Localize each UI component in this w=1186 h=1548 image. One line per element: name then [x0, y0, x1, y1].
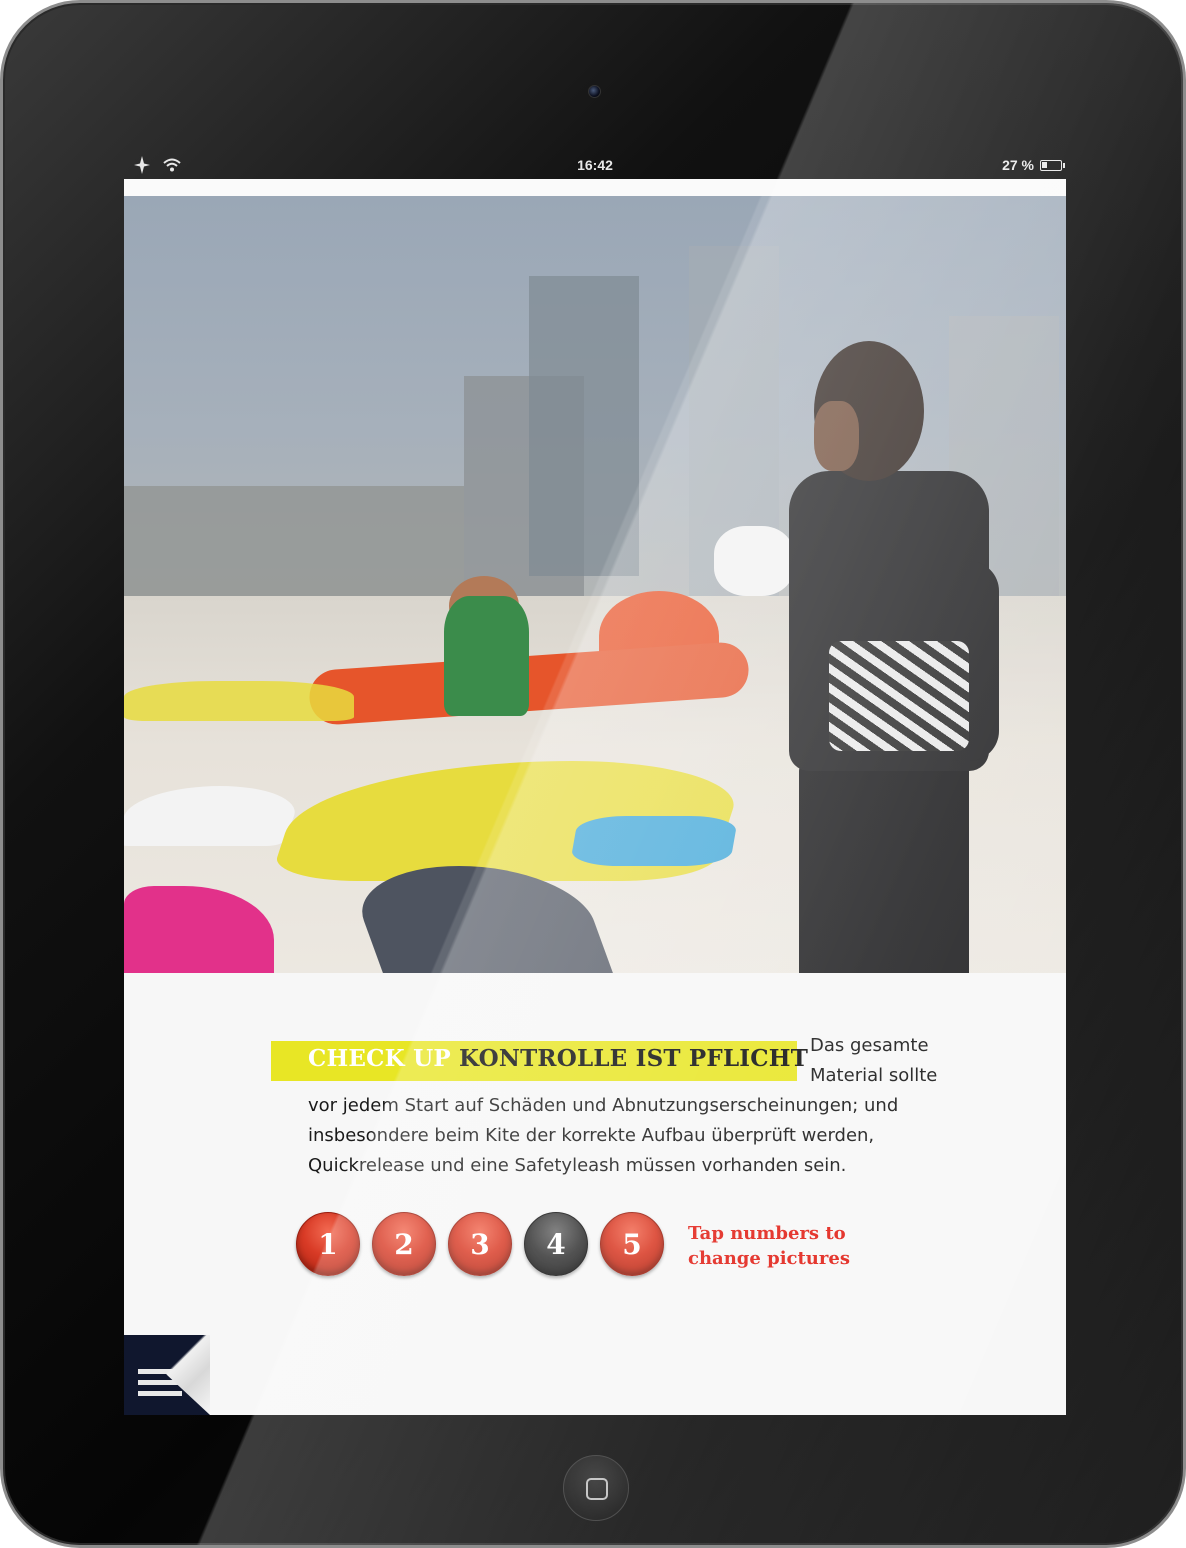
status-time: 16:42	[577, 157, 613, 173]
article-headline: CHECK UP KONTROLLE IST PFLICHT	[308, 1045, 808, 1072]
article-body-side: Das gesamte Material sollte	[810, 1035, 938, 1086]
camera-icon	[588, 85, 601, 98]
top-strip	[124, 179, 1066, 196]
picture-button-1[interactable]: 1	[296, 1212, 360, 1276]
app-screen: CHECK UP KONTROLLE IST PFLICHT Das gesam…	[124, 179, 1066, 1415]
article-photo	[124, 196, 1066, 973]
battery-icon	[1040, 159, 1065, 171]
gallery-hint-line1: Tap numbers to	[688, 1223, 846, 1244]
picture-button-3[interactable]: 3	[448, 1212, 512, 1276]
gallery-number-buttons: 1 2 3 4 5	[296, 1212, 664, 1276]
ipad-frame: 16:42 27 % CHECK UP KONTROLLE IST PFLICH…	[0, 0, 1186, 1548]
picture-button-4[interactable]: 4	[524, 1212, 588, 1276]
home-button[interactable]	[563, 1455, 629, 1521]
gallery-hint-line2: change pictures	[688, 1248, 850, 1269]
menu-corner-button[interactable]	[124, 1335, 210, 1415]
article-body: vor jedem Start auf Schäden und Abnutzun…	[308, 1095, 899, 1176]
home-square-icon	[586, 1478, 608, 1500]
picture-button-2[interactable]: 2	[372, 1212, 436, 1276]
status-bar: 16:42 27 %	[124, 151, 1066, 179]
picture-button-5[interactable]: 5	[600, 1212, 664, 1276]
headline-title: KONTROLLE IST PFLICHT	[459, 1045, 809, 1072]
battery-percent: 27 %	[1002, 157, 1034, 173]
gallery-hint: Tap numbers to change pictures	[688, 1221, 850, 1271]
page-curl	[124, 1335, 210, 1415]
headline-kicker: CHECK UP	[308, 1045, 451, 1072]
